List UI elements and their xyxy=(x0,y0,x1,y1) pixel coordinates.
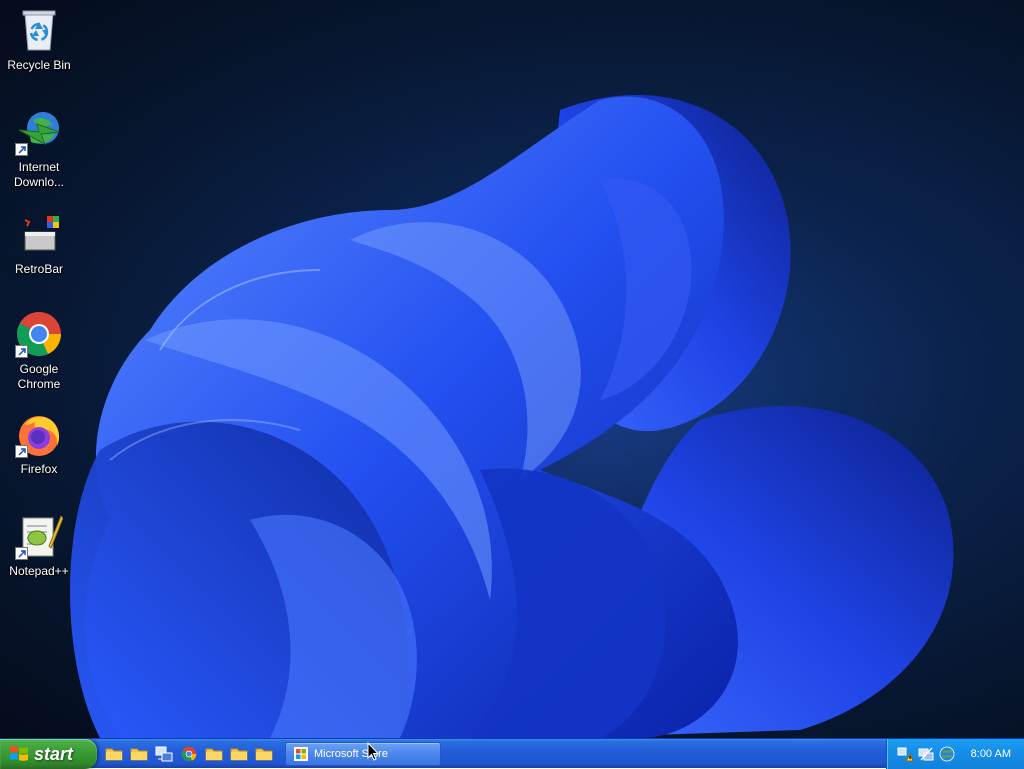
chrome-icon[interactable] xyxy=(179,744,199,764)
desktop-icon-label: RetroBar xyxy=(14,262,64,276)
desktop-icon-label: Notepad++ xyxy=(9,564,69,578)
desktop-icon-firefox[interactable]: Firefox xyxy=(4,410,74,477)
desktop-icon-label: Google Chrome xyxy=(17,362,61,391)
retrobar-icon xyxy=(15,210,63,258)
shortcut-arrow-icon xyxy=(15,547,28,560)
notepadpp-icon xyxy=(15,512,64,560)
wallpaper-bloom xyxy=(70,60,1024,738)
shortcut-arrow-icon xyxy=(15,445,28,458)
folder-icon[interactable] xyxy=(254,744,274,764)
desktop-icon-label: Recycle Bin xyxy=(7,58,71,72)
clock[interactable]: 8:00 AM xyxy=(971,748,1011,760)
firefox-icon xyxy=(15,410,63,458)
desktop-icon-retrobar[interactable]: RetroBar xyxy=(4,210,74,277)
folder-icon[interactable] xyxy=(229,744,249,764)
taskbar: start Microsoft Store 8:00 AM xyxy=(0,738,1024,769)
network-warning-icon[interactable] xyxy=(897,746,913,762)
internet-download-manager-icon xyxy=(15,108,63,156)
chrome-icon xyxy=(15,310,63,358)
desktop-icon-label: Firefox xyxy=(20,462,58,476)
globe-icon[interactable] xyxy=(939,746,955,762)
start-button[interactable]: start xyxy=(0,739,97,769)
desktop-icon-notepadpp[interactable]: Notepad++ xyxy=(4,512,74,579)
store-icon xyxy=(294,747,308,761)
desktop-icon-internet-download-manager[interactable]: Internet Downlo... xyxy=(4,108,74,190)
shortcut-arrow-icon xyxy=(15,143,28,156)
quick-launch-bar xyxy=(104,743,279,765)
desktop-icon-recycle-bin[interactable]: Recycle Bin xyxy=(4,6,74,73)
folder-icon[interactable] xyxy=(129,744,149,764)
start-label: start xyxy=(34,743,74,764)
desktop-icon-label: Internet Downlo... xyxy=(13,160,65,189)
mouse-cursor-icon xyxy=(367,742,379,761)
network-disconnected-icon[interactable] xyxy=(918,746,934,762)
desktop-icon-google-chrome[interactable]: Google Chrome xyxy=(4,310,74,392)
shortcut-arrow-icon xyxy=(15,345,28,358)
taskbar-button-microsoft-store[interactable]: Microsoft Store xyxy=(285,742,441,766)
recycle-bin-icon xyxy=(15,6,63,54)
network-icon[interactable] xyxy=(154,744,174,764)
folder-icon[interactable] xyxy=(204,744,224,764)
folder-icon[interactable] xyxy=(104,744,124,764)
windows-flag-icon xyxy=(10,746,28,761)
system-tray: 8:00 AM xyxy=(886,739,1024,769)
desktop: Recycle Bin Internet Downlo... RetroBar … xyxy=(0,0,1024,738)
